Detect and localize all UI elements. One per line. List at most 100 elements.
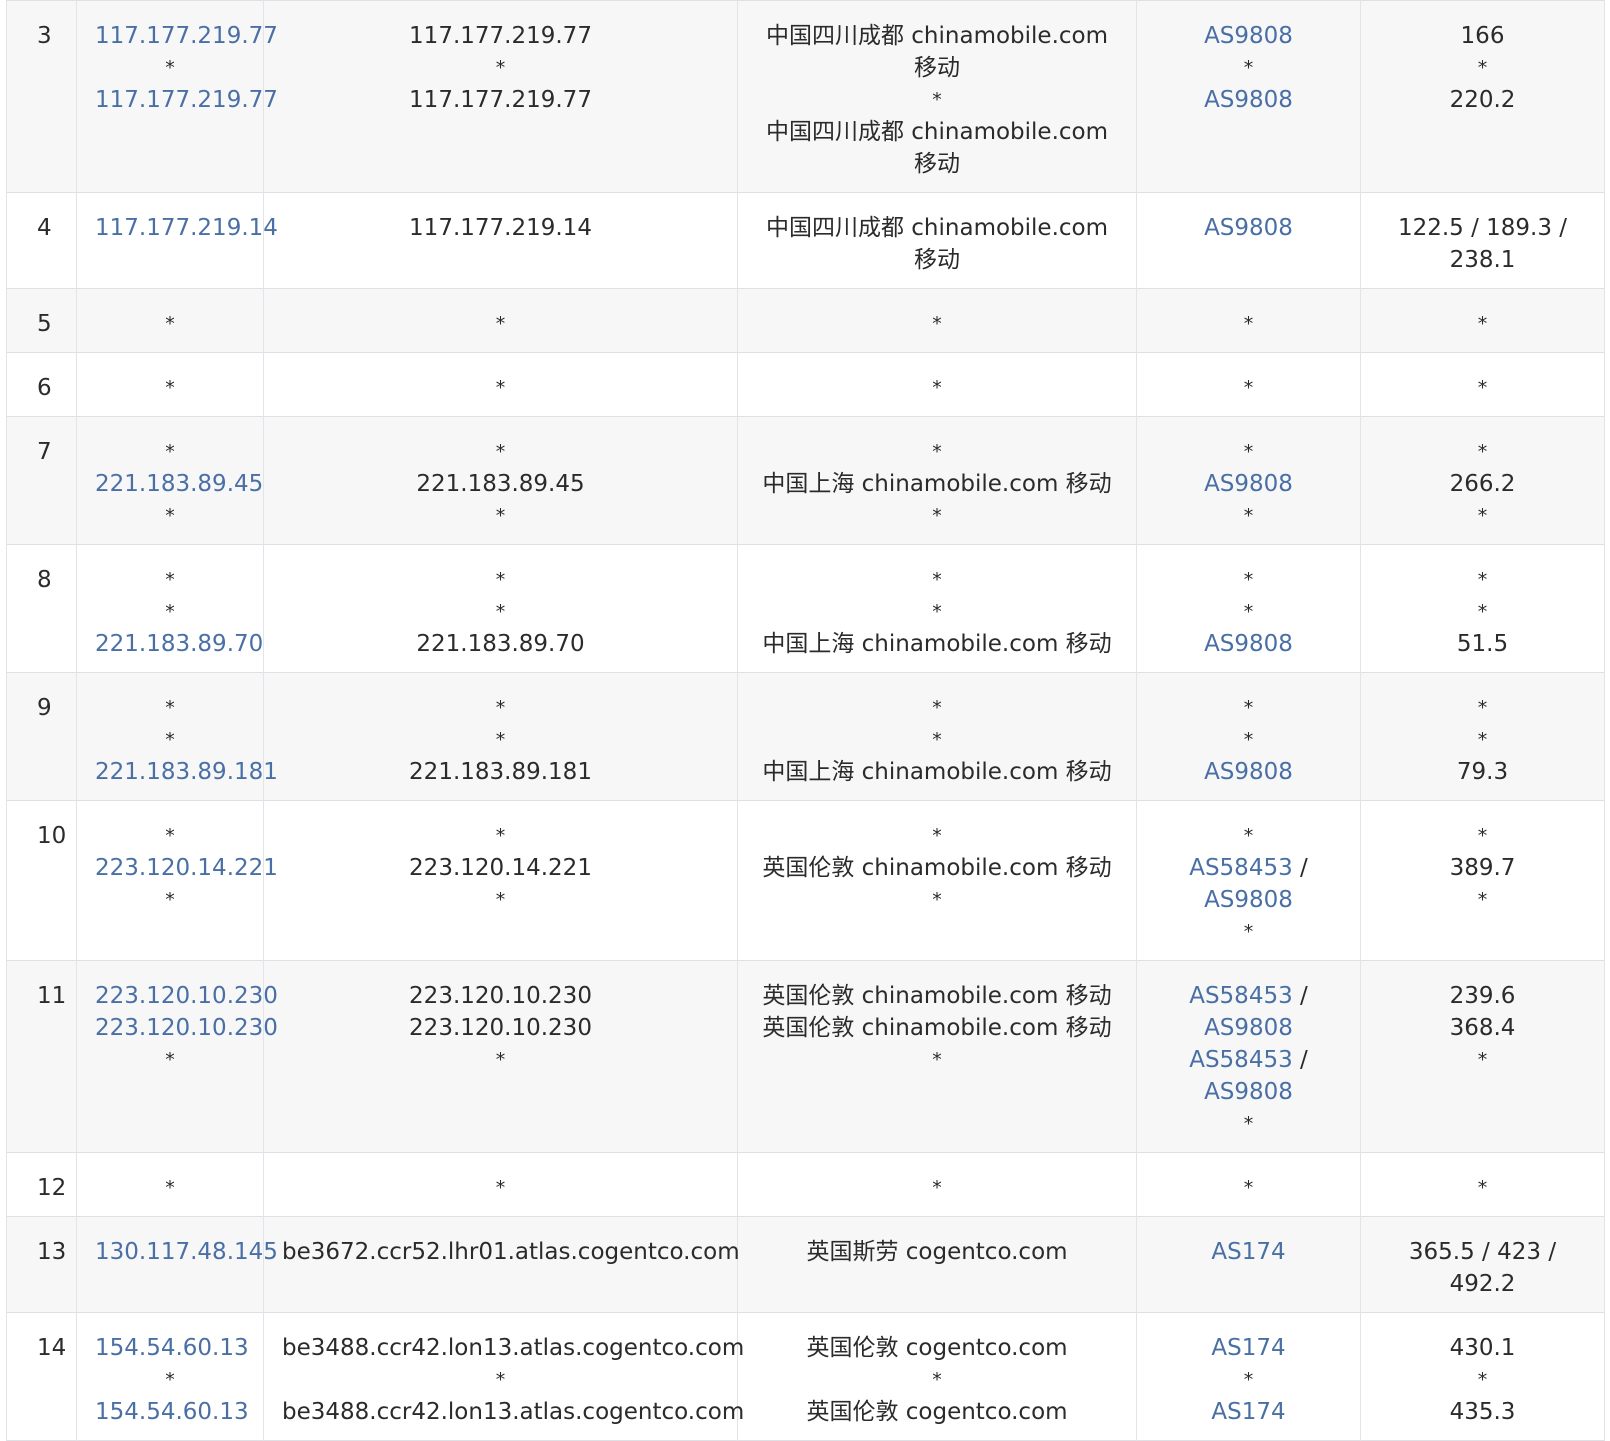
ip-cell: * xyxy=(76,352,264,417)
timeout-marker: * xyxy=(932,1049,942,1071)
rtt-value: 79.3 xyxy=(1456,759,1509,785)
asn-link[interactable]: AS174 xyxy=(1155,1236,1342,1268)
timeout-marker: * xyxy=(932,825,942,847)
timeout-marker: * xyxy=(1477,441,1488,463)
ip-link[interactable]: 117.177.219.77 xyxy=(95,20,278,52)
timeout-marker: * xyxy=(495,1369,506,1391)
asn-link[interactable]: AS174 xyxy=(1155,1396,1342,1428)
timeout-marker: * xyxy=(165,441,175,463)
latency-cell: * 389.7 * xyxy=(1360,800,1605,961)
latency-cell: 430.1 * 435.3 xyxy=(1360,1312,1605,1441)
timeout-marker: * xyxy=(495,569,506,591)
asn-cell: AS9808 * AS9808 xyxy=(1136,0,1361,193)
timeout-marker: * xyxy=(1243,601,1254,623)
timeout-marker: * xyxy=(495,889,506,911)
loc-value: 英国斯劳 cogentco.com xyxy=(806,1239,1068,1265)
asn-pair: AS58453 / AS9808 xyxy=(1189,983,1308,1041)
timeout-marker: * xyxy=(1243,505,1254,527)
rtt-value: 122.5 / 189.3 / 238.1 xyxy=(1397,215,1568,273)
table-row: 10 * 223.120.14.221 * * 223.120.14.221 * * 英国伦敦 … xyxy=(6,800,1605,961)
ip-link[interactable]: 223.120.10.230 xyxy=(95,1012,278,1044)
latency-cell: 166 * 220.2 xyxy=(1360,0,1605,193)
ip-cell: 130.117.48.145 xyxy=(76,1216,278,1313)
timeout-marker: * xyxy=(165,729,175,751)
asn-cell: AS9808 xyxy=(1136,192,1361,289)
location-cell: 中国四川成都 chinamobile.com 移动 * 中国四川成都 chinamo… xyxy=(737,0,1137,193)
latency-cell: 122.5 / 189.3 / 238.1 xyxy=(1360,192,1605,289)
asn-link[interactable]: AS9808 xyxy=(1204,1015,1293,1041)
asn-link[interactable]: AS58453 xyxy=(1189,983,1293,1009)
asn-cell: AS174 xyxy=(1136,1216,1361,1313)
timeout-marker: * xyxy=(165,825,175,847)
timeout-marker: * xyxy=(165,697,175,719)
hostname-cell: * xyxy=(263,288,738,353)
hop-number: 12 xyxy=(6,1152,77,1217)
rtt-value: 435.3 xyxy=(1449,1399,1516,1425)
timeout-marker: * xyxy=(1243,441,1254,463)
hostname-cell: * 221.183.89.45 * xyxy=(263,416,738,545)
asn-link[interactable]: AS58453 xyxy=(1189,1047,1293,1073)
timeout-marker: * xyxy=(1477,313,1488,335)
timeout-marker: * xyxy=(165,57,175,79)
ip-link[interactable]: 221.183.89.45 xyxy=(95,468,263,500)
rtt-value: 266.2 xyxy=(1449,471,1516,497)
location-cell: * * 中国上海 chinamobile.com 移动 xyxy=(737,544,1137,673)
asn-link[interactable]: AS174 xyxy=(1155,1332,1342,1364)
asn-link[interactable]: AS9808 xyxy=(1204,887,1293,913)
ip-link[interactable]: 154.54.60.13 xyxy=(95,1396,249,1428)
traceroute-table-body: 3 117.177.219.77 * 117.177.219.77 117.177.21… xyxy=(6,0,1605,1441)
rtt-value: 365.5 / 423 / 492.2 xyxy=(1408,1239,1557,1297)
rtt-value: 389.7 xyxy=(1449,855,1516,881)
asn-link[interactable]: AS9808 xyxy=(1155,20,1342,52)
asn-link[interactable]: AS9808 xyxy=(1155,468,1342,500)
ip-link[interactable]: 223.120.14.221 xyxy=(95,852,278,884)
asn-cell: AS174 * AS174 xyxy=(1136,1312,1361,1441)
timeout-marker: * xyxy=(165,1369,175,1391)
ip-cell: * * 221.183.89.181 xyxy=(76,672,278,801)
timeout-marker: * xyxy=(932,441,942,463)
ip-link[interactable]: 223.120.10.230 xyxy=(95,980,278,1012)
timeout-marker: * xyxy=(495,1177,506,1199)
ip-cell: * xyxy=(76,1152,264,1217)
timeout-marker: * xyxy=(1477,1369,1488,1391)
timeout-marker: * xyxy=(932,729,942,751)
timeout-marker: * xyxy=(1477,569,1488,591)
asn-link[interactable]: AS9808 xyxy=(1155,84,1342,116)
asn-cell: * * AS9808 xyxy=(1136,544,1361,673)
timeout-marker: * xyxy=(495,57,506,79)
loc-value: 中国上海 chinamobile.com 移动 xyxy=(762,759,1112,785)
timeout-marker: * xyxy=(165,889,175,911)
host-value: 221.183.89.181 xyxy=(409,759,592,785)
ip-link[interactable]: 221.183.89.181 xyxy=(95,756,278,788)
rtt-value: 166 xyxy=(1460,23,1505,49)
asn-link[interactable]: AS9808 xyxy=(1155,756,1342,788)
location-cell: * xyxy=(737,352,1137,417)
timeout-marker: * xyxy=(495,697,506,719)
asn-link[interactable]: AS9808 xyxy=(1204,1079,1293,1105)
asn-link[interactable]: AS9808 xyxy=(1155,212,1342,244)
host-value: 223.120.14.221 xyxy=(409,855,592,881)
ip-link[interactable]: 130.117.48.145 xyxy=(95,1236,278,1268)
ip-link[interactable]: 221.183.89.70 xyxy=(95,628,263,660)
asn-link[interactable]: AS9808 xyxy=(1155,628,1342,660)
ip-link[interactable]: 117.177.219.14 xyxy=(95,212,278,244)
timeout-marker: * xyxy=(1243,825,1254,847)
loc-value: 中国四川成都 chinamobile.com 移动 xyxy=(765,23,1109,81)
ip-link[interactable]: 117.177.219.77 xyxy=(95,84,278,116)
rtt-value: 51.5 xyxy=(1456,631,1509,657)
timeout-marker: * xyxy=(1243,1113,1254,1135)
table-row: 3 117.177.219.77 * 117.177.219.77 117.177.21… xyxy=(6,0,1605,193)
loc-value: 中国上海 chinamobile.com 移动 xyxy=(762,631,1112,657)
timeout-marker: * xyxy=(932,601,942,623)
asn-pair: AS58453 / AS9808 xyxy=(1189,1047,1308,1105)
hostname-cell: * xyxy=(263,352,738,417)
ip-link[interactable]: 154.54.60.13 xyxy=(95,1332,249,1364)
latency-cell: * * 79.3 xyxy=(1360,672,1605,801)
host-value: 223.120.10.230 xyxy=(409,983,592,1009)
timeout-marker: * xyxy=(1477,601,1488,623)
timeout-marker: * xyxy=(1243,57,1254,79)
ip-cell: 117.177.219.77 * 117.177.219.77 xyxy=(76,0,278,193)
timeout-marker: * xyxy=(932,313,942,335)
asn-link[interactable]: AS58453 xyxy=(1189,855,1293,881)
timeout-marker: * xyxy=(165,313,175,335)
